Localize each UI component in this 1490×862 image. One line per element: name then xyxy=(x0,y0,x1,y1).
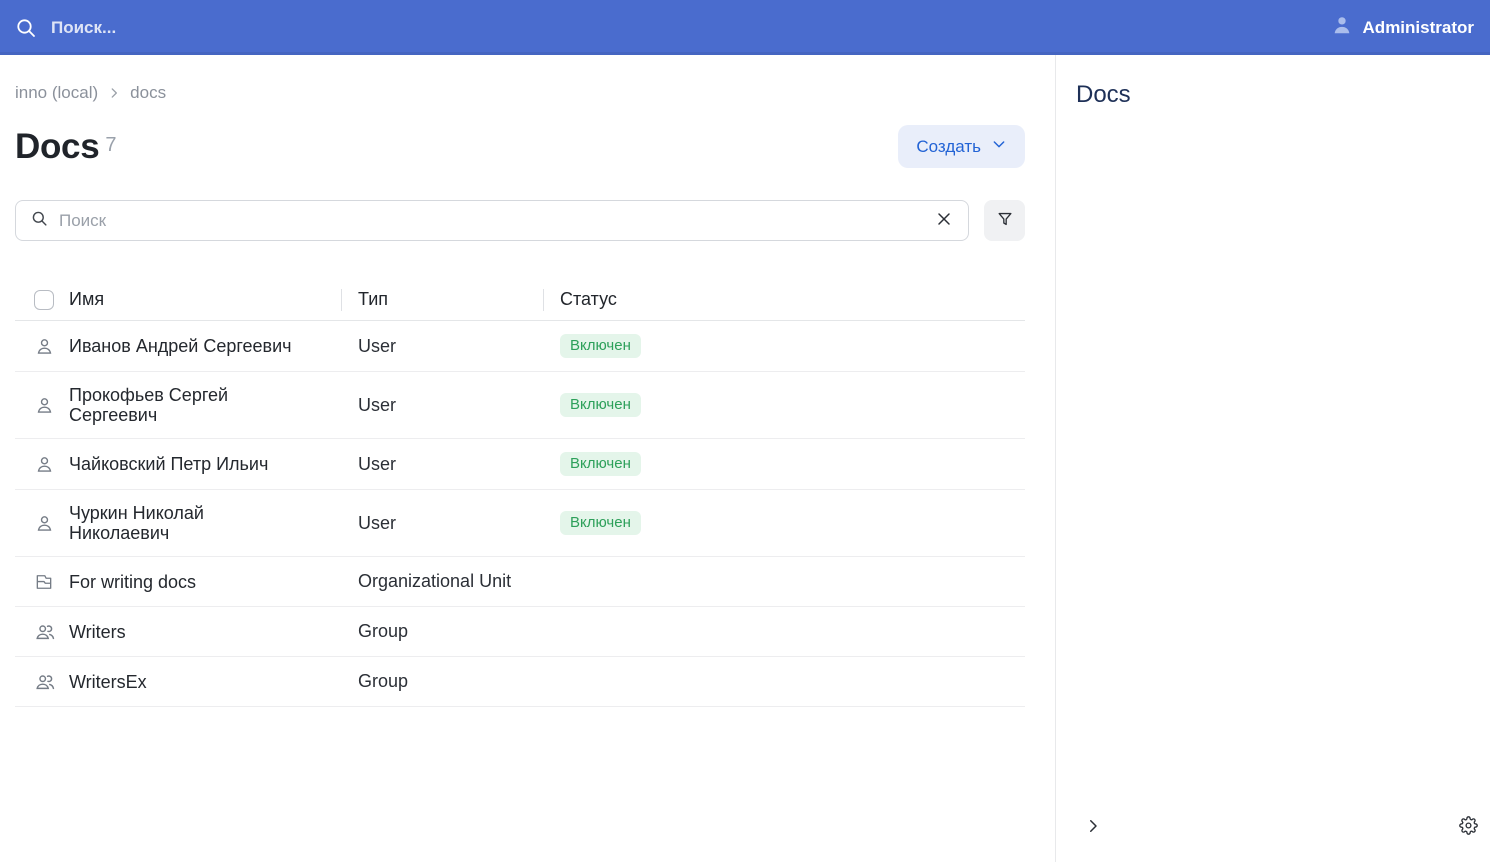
chevron-right-icon xyxy=(1084,817,1102,838)
row-type: User xyxy=(358,395,396,415)
settings-button[interactable] xyxy=(1457,814,1480,840)
row-name: WritersEx xyxy=(69,672,341,692)
row-status-cell: Включен xyxy=(543,511,1025,535)
table-row[interactable]: Иванов Андрей Сергеевич User Включен xyxy=(15,321,1025,372)
user-icon xyxy=(34,395,55,416)
row-type: User xyxy=(358,336,396,356)
row-icon-cell xyxy=(15,671,69,693)
table-search-input[interactable] xyxy=(59,211,922,231)
row-type: Organizational Unit xyxy=(358,571,511,591)
select-all-cell xyxy=(15,290,69,310)
row-icon-cell xyxy=(15,395,69,416)
breadcrumb-current: docs xyxy=(130,83,166,103)
status-badge: Включен xyxy=(560,511,641,535)
row-name: Чуркин Николай Николаевич xyxy=(69,503,341,543)
table-body: Иванов Андрей Сергеевич User Включен Про… xyxy=(15,321,1025,707)
search-icon xyxy=(30,209,49,233)
table-row[interactable]: Writers Group xyxy=(15,607,1025,657)
title-row: Docs 7 Создать xyxy=(15,125,1025,168)
row-name: Writers xyxy=(69,622,341,642)
objects-table: Имя Тип Статус Иванов Андрей Сергеевич U… xyxy=(15,281,1025,707)
row-icon-cell xyxy=(15,572,69,592)
breadcrumb-root[interactable]: inno (local) xyxy=(15,83,98,103)
filter-icon xyxy=(995,209,1015,232)
row-type: User xyxy=(358,513,396,533)
select-all-checkbox[interactable] xyxy=(34,290,54,310)
clear-search-button[interactable] xyxy=(932,207,956,234)
row-icon-cell xyxy=(15,454,69,475)
user-avatar-icon xyxy=(1331,14,1353,41)
table-toolbar xyxy=(15,200,1025,241)
user-icon xyxy=(34,454,55,475)
create-button[interactable]: Создать xyxy=(898,125,1025,168)
row-status-cell: Включен xyxy=(543,452,1025,476)
status-badge: Включен xyxy=(560,393,641,417)
page-title: Docs xyxy=(15,127,99,166)
group-icon xyxy=(34,621,56,643)
row-type: Group xyxy=(358,621,408,641)
table-row[interactable]: WritersEx Group xyxy=(15,657,1025,707)
table-row[interactable]: Чайковский Петр Ильич User Включен xyxy=(15,439,1025,490)
row-type: Group xyxy=(358,671,408,691)
gear-icon xyxy=(1459,816,1478,838)
close-icon xyxy=(934,209,954,232)
column-header-name: Имя xyxy=(69,289,341,310)
panel-title: Docs xyxy=(1076,81,1470,109)
row-status-cell: Включен xyxy=(543,334,1025,358)
main-content: inno (local) docs Docs 7 Создать xyxy=(0,55,1056,862)
row-name: Прокофьев Сергей Сергеевич xyxy=(69,385,341,425)
collapse-panel-button[interactable] xyxy=(1082,815,1104,840)
page-title-wrap: Docs 7 xyxy=(15,127,117,167)
chevron-down-icon xyxy=(991,136,1007,157)
row-status-cell: Включен xyxy=(543,393,1025,417)
user-icon xyxy=(34,336,55,357)
user-name: Administrator xyxy=(1363,18,1474,38)
create-button-label: Создать xyxy=(916,137,981,157)
folder-icon xyxy=(34,572,54,592)
table-search[interactable] xyxy=(15,200,969,241)
user-icon xyxy=(34,513,55,534)
global-search[interactable] xyxy=(14,16,1331,40)
breadcrumb: inno (local) docs xyxy=(15,83,1025,103)
global-search-input[interactable] xyxy=(51,18,471,38)
details-panel: Docs xyxy=(1056,55,1490,862)
chevron-right-icon xyxy=(107,86,121,100)
row-icon-cell xyxy=(15,621,69,643)
filter-button[interactable] xyxy=(984,200,1025,241)
column-header-status: Статус xyxy=(543,289,1025,310)
search-icon xyxy=(14,16,38,40)
row-type: User xyxy=(358,454,396,474)
table-row[interactable]: Чуркин Николай Николаевич User Включен xyxy=(15,490,1025,557)
row-icon-cell xyxy=(15,336,69,357)
user-menu[interactable]: Administrator xyxy=(1331,14,1474,41)
row-name: Иванов Андрей Сергеевич xyxy=(69,336,341,356)
status-badge: Включен xyxy=(560,452,641,476)
row-name: For writing docs xyxy=(69,572,341,592)
table-row[interactable]: Прокофьев Сергей Сергеевич User Включен xyxy=(15,372,1025,439)
status-badge: Включен xyxy=(560,334,641,358)
topbar: Administrator xyxy=(0,0,1490,55)
group-icon xyxy=(34,671,56,693)
table-row[interactable]: For writing docs Organizational Unit xyxy=(15,557,1025,607)
table-header: Имя Тип Статус xyxy=(15,281,1025,321)
panel-footer xyxy=(1082,814,1480,840)
row-name: Чайковский Петр Ильич xyxy=(69,454,341,474)
item-count: 7 xyxy=(105,134,116,156)
column-header-type: Тип xyxy=(341,289,543,310)
page: Administrator inno (local) docs Docs7 С xyxy=(0,0,1490,862)
row-icon-cell xyxy=(15,513,69,534)
